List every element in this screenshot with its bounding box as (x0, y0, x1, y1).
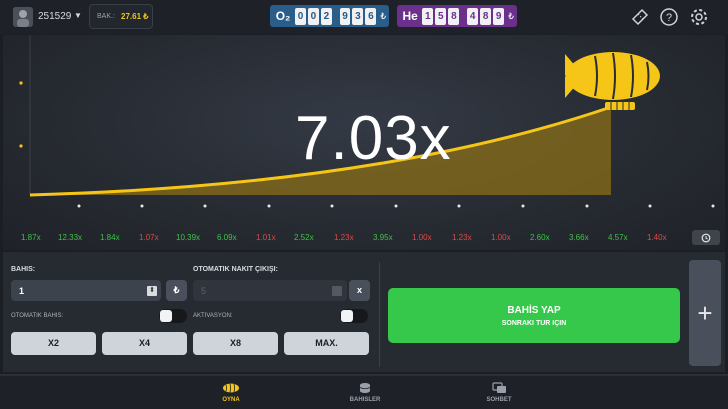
clear-cashout-button[interactable]: x (349, 280, 370, 301)
o2-digit: 6 (365, 7, 377, 25)
history-item: 1.23x (452, 233, 472, 242)
add-bet-button[interactable]: + (689, 260, 721, 366)
history-bar: 1.87x 12.33x 1.84x 1.07x 10.39x 6.09x 1.… (0, 228, 728, 248)
auto-cashout-input[interactable]: 5 (193, 280, 347, 301)
history-item: 1.87x (21, 233, 41, 242)
zeppelin-icon (565, 52, 660, 110)
auto-cashout-value: 5 (201, 286, 207, 296)
auto-bet-label: OTOMATIK BAHIS: (11, 313, 64, 319)
tab-bets[interactable]: BAHISLER (335, 382, 395, 403)
ticket-icon[interactable] (630, 7, 650, 27)
activation-label: AKTIVASYON: (193, 313, 233, 319)
history-item: 1.23x (334, 233, 354, 242)
history-item: 1.40x (647, 233, 667, 242)
o2-currency: ₺ (380, 10, 387, 21)
panel-divider (379, 262, 380, 367)
bet-label: BAHIS: (11, 266, 36, 273)
he-digit: 5 (435, 7, 447, 25)
chat-icon (492, 382, 506, 393)
tab-play-label: OYNA (222, 397, 240, 403)
coins-icon (359, 383, 371, 393)
zeppelin-icon (223, 383, 239, 393)
history-item: 6.09x (217, 233, 237, 242)
history-item: 3.66x (569, 233, 589, 242)
he-currency: ₺ (508, 10, 514, 21)
place-bet-label: BAHİS YAP (507, 305, 561, 316)
he-digit: 8 (480, 7, 492, 25)
settings-icon[interactable] (689, 7, 709, 27)
place-bet-sublabel: SONRAKI TUR IÇIN (501, 320, 567, 327)
history-item: 2.52x (294, 233, 314, 242)
history-icon (701, 233, 711, 242)
he-digit: 9 (493, 7, 505, 25)
tab-chat-label: SOHBET (486, 397, 512, 403)
bet-amount-value: 1 (19, 286, 25, 296)
auto-cashout-checkbox[interactable] (332, 286, 342, 296)
auto-cashout-label: OTOMATIK NAKIT ÇIKIŞI: (193, 266, 278, 273)
chevron-down-icon[interactable]: ▼ (74, 11, 82, 20)
balance-box: BAK.: 27.61 ₺ (89, 4, 153, 29)
he-digit: 8 (448, 7, 460, 25)
bottom-nav: OYNA BAHISLER SOHBET (0, 374, 728, 409)
auto-bet-toggle[interactable] (159, 309, 187, 323)
history-item: 1.01x (256, 233, 276, 242)
activation-toggle[interactable] (340, 309, 368, 323)
tab-bets-label: BAHISLER (349, 397, 381, 403)
o2-digit: 3 (352, 7, 364, 25)
o2-jackpot-counter: O₂ 0 0 2 9 3 6 ₺ (270, 5, 389, 27)
history-item: 1.00x (491, 233, 511, 242)
current-multiplier: 7.03x (295, 104, 452, 173)
balance-value: 27.61 ₺ (121, 12, 149, 21)
history-item: 3.95x (373, 233, 393, 242)
he-digit: 1 (422, 7, 434, 25)
x2-button[interactable]: X2 (11, 332, 96, 355)
x4-button[interactable]: X4 (102, 332, 187, 355)
x8-button[interactable]: X8 (193, 332, 278, 355)
max-button[interactable]: MAX. (284, 332, 369, 355)
he-jackpot-counter: He 1 5 8 4 8 9 ₺ (397, 5, 517, 27)
o2-digit: 0 (295, 7, 306, 25)
tab-chat[interactable]: SOHBET (469, 382, 529, 403)
balance-label: BAK.: (97, 13, 115, 20)
user-id[interactable]: 251529 (38, 11, 71, 22)
history-item: 1.07x (139, 233, 159, 242)
o2-label: O₂ (275, 9, 291, 23)
he-label: He (402, 9, 418, 23)
svg-text:?: ? (666, 12, 672, 24)
history-button[interactable] (692, 230, 720, 245)
currency-button[interactable]: ₺ (166, 280, 187, 301)
place-bet-button[interactable]: BAHİS YAP SONRAKI TUR IÇIN (388, 288, 680, 343)
game-area: 7.03x (3, 35, 725, 250)
stepper-icon[interactable]: ⬍ (147, 286, 157, 296)
he-digit: 4 (467, 7, 479, 25)
history-item: 4.57x (608, 233, 628, 242)
bet-amount-input[interactable]: 1 ⬍ (11, 280, 161, 301)
tab-play[interactable]: OYNA (201, 382, 261, 403)
o2-digit: 9 (339, 7, 351, 25)
o2-digit: 0 (307, 7, 319, 25)
history-item: 1.84x (100, 233, 120, 242)
o2-digit: 2 (320, 7, 332, 25)
avatar[interactable] (13, 7, 33, 27)
history-item: 12.33x (58, 233, 83, 242)
history-item: 10.39x (176, 233, 201, 242)
help-icon[interactable]: ? (659, 7, 679, 27)
top-bar: 251529 ▼ BAK.: 27.61 ₺ O₂ 0 0 2 9 3 6 ₺ … (0, 0, 728, 34)
history-item: 1.00x (412, 233, 432, 242)
history-item: 2.60x (530, 233, 550, 242)
